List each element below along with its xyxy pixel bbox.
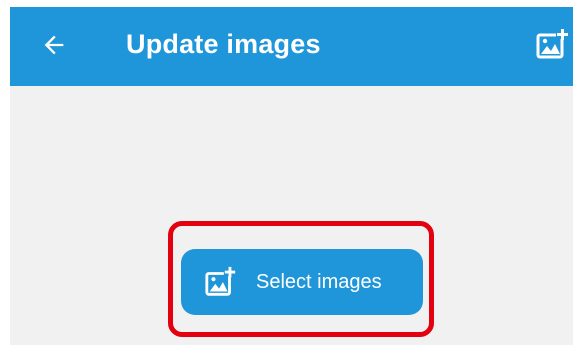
app-screen: Update images Select images <box>10 7 573 345</box>
add-image-icon <box>536 29 568 59</box>
arrow-left-icon <box>44 35 64 55</box>
add-image-button[interactable] <box>533 25 573 65</box>
page-title: Update images <box>126 29 321 59</box>
select-images-button[interactable]: Select images <box>181 249 423 315</box>
app-bar: Update images <box>10 7 573 86</box>
back-button[interactable] <box>36 27 72 63</box>
add-image-icon <box>204 265 238 299</box>
select-images-label: Select images <box>256 271 382 293</box>
